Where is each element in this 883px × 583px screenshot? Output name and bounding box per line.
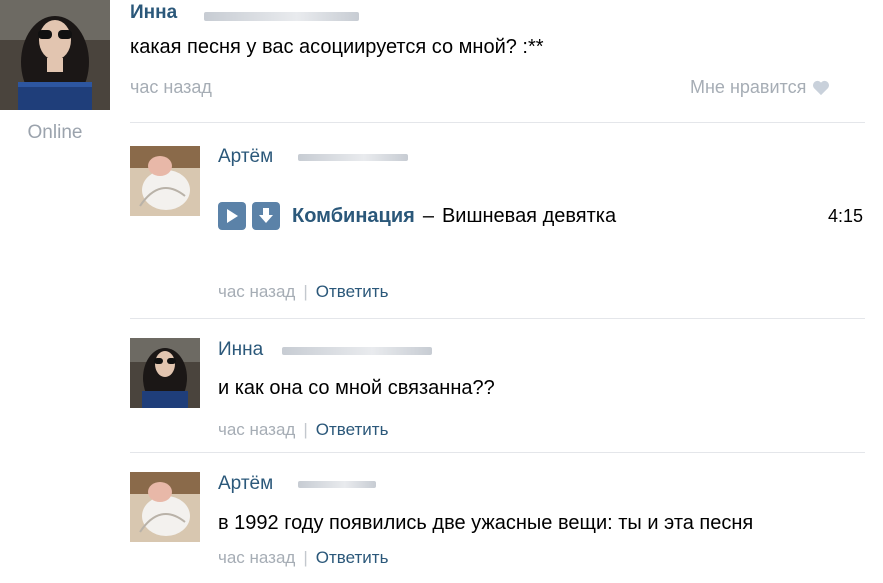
redacted-surname [204,12,359,21]
comment-meta: час назад | Ответить [218,548,388,568]
comment-author-name: Артём [218,146,274,167]
comment-author[interactable]: Артём [218,146,273,168]
play-icon [227,209,238,223]
post-author-avatar[interactable] [0,0,110,110]
post-timestamp[interactable]: час назад [130,77,212,98]
comment-author-name: Инна [218,339,264,360]
comment-author[interactable]: Инна [218,339,263,361]
comment-author-name: Артём [218,473,274,494]
reply-link[interactable]: Ответить [316,548,389,568]
like-button[interactable]: Мне нравится [690,77,830,98]
download-button[interactable] [252,202,280,230]
redacted-surname [298,481,376,488]
online-status: Online [27,122,83,143]
comment-meta: час назад | Ответить [218,282,388,302]
comment-timestamp[interactable]: час назад [218,282,295,302]
reply-link[interactable]: Ответить [316,282,389,302]
post-author-name[interactable]: Инна [130,2,177,24]
comment-text: в 1992 году появились две ужасные вещи: … [218,512,754,534]
play-button[interactable] [218,202,246,230]
comment-author[interactable]: Артём [218,473,273,495]
comment-timestamp[interactable]: час назад [218,548,295,568]
post-text: какая песня у вас асоциируется со мной? … [130,36,544,58]
meta-separator: | [303,420,308,439]
reply-link[interactable]: Ответить [316,420,389,440]
comment-meta: час назад | Ответить [218,420,388,440]
redacted-surname [282,347,432,355]
comment-timestamp[interactable]: час назад [218,420,295,440]
meta-separator: | [303,282,308,301]
like-label: Мне нравится [690,77,807,97]
comment-divider [130,452,865,453]
audio-duration: 4:15 [827,205,863,226]
comment-avatar-artem[interactable] [130,472,200,542]
comment-avatar-inna[interactable] [130,338,200,408]
audio-track[interactable]: Комбинация – Вишневая девятка 4:15 [218,198,863,234]
redacted-surname [298,154,408,161]
comment-divider [130,318,865,319]
audio-separator: – [422,204,434,227]
audio-title[interactable]: Вишневая девятка [442,205,616,228]
heart-icon [813,80,830,95]
download-icon [259,208,273,223]
meta-separator: | [303,548,308,567]
audio-artist[interactable]: Комбинация [292,205,415,228]
comment-avatar-artem[interactable] [130,146,200,216]
author-name-text: Инна [130,2,178,23]
post-divider [130,122,865,123]
comment-text: и как она со мной связанна?? [218,377,495,399]
